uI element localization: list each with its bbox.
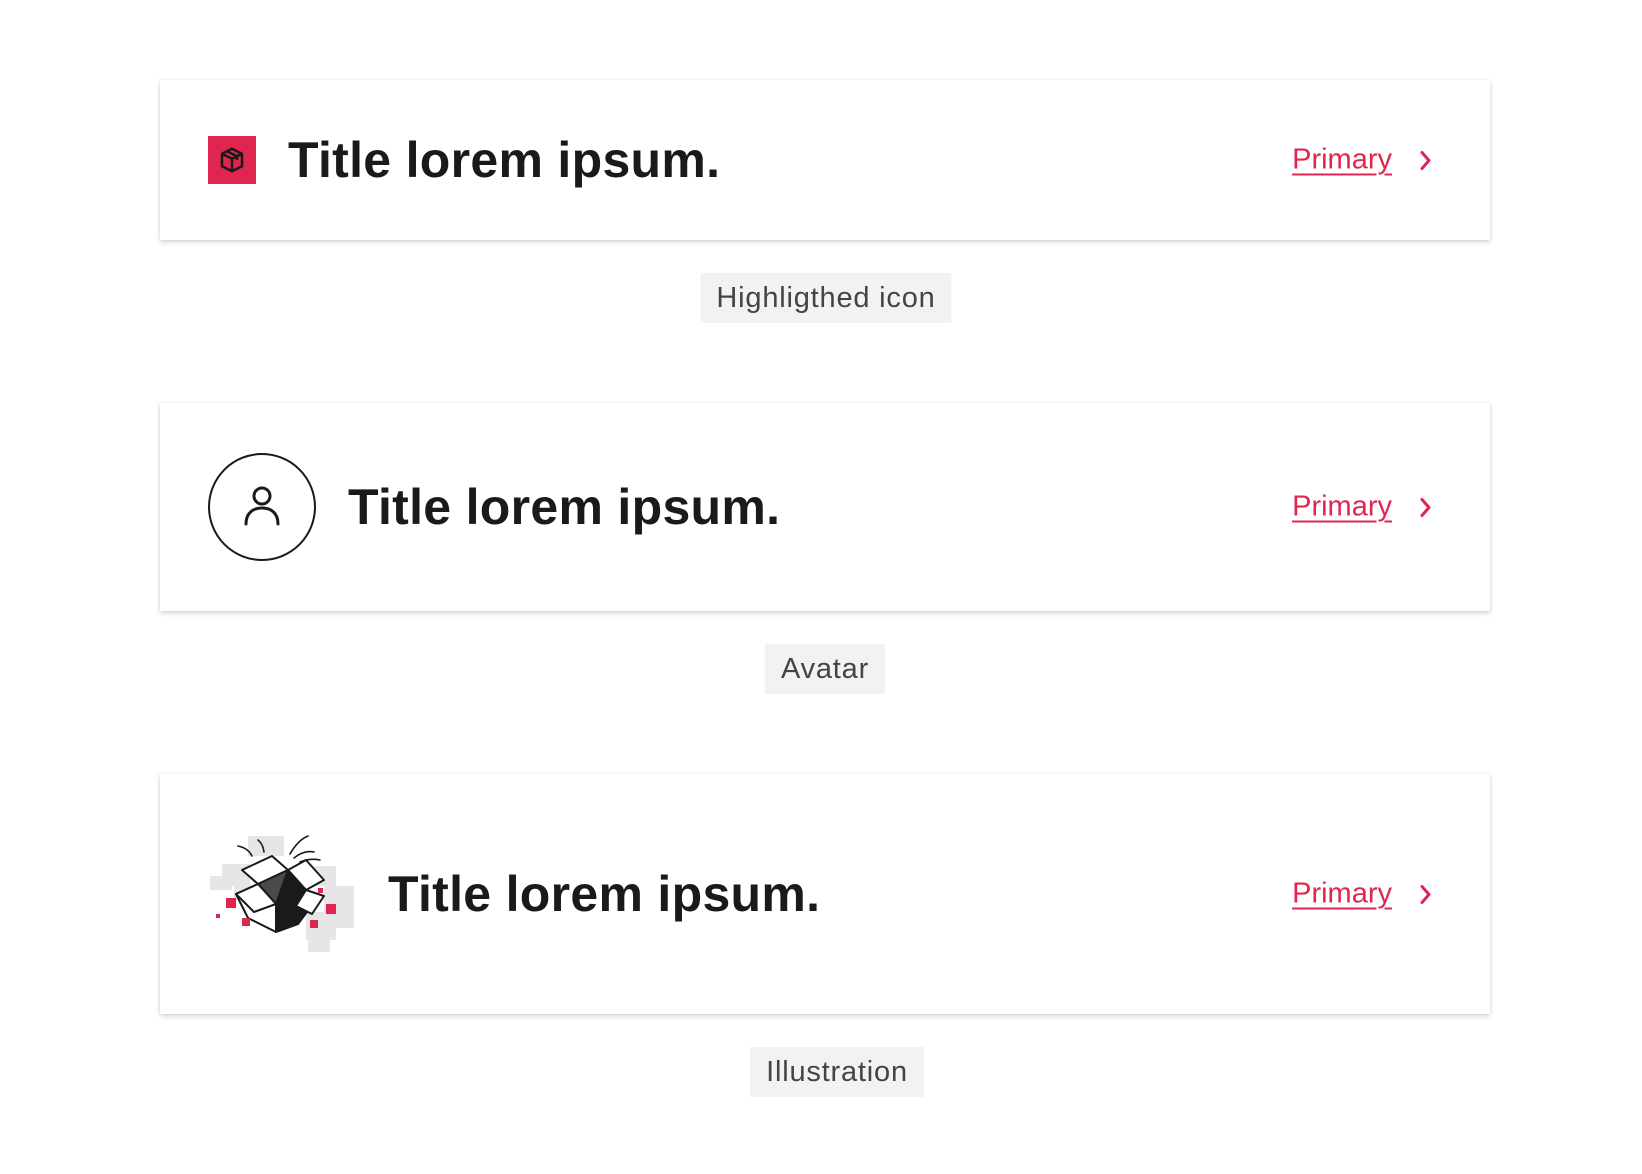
caption-label: Highligthed icon bbox=[700, 273, 952, 323]
chevron-right-icon[interactable] bbox=[1418, 883, 1434, 905]
item-title: Title lorem ipsum. bbox=[348, 479, 781, 535]
box-icon bbox=[208, 136, 256, 184]
chevron-right-icon[interactable] bbox=[1418, 496, 1434, 518]
caption-label: Illustration bbox=[750, 1047, 924, 1097]
caption-label: Avatar bbox=[764, 644, 886, 694]
list-item-avatar: Title lorem ipsum. Primary bbox=[160, 403, 1490, 611]
primary-link[interactable]: Primary bbox=[1292, 491, 1434, 524]
list-item-illustration: Title lorem ipsum. Primary bbox=[160, 774, 1490, 1014]
primary-link-label[interactable]: Primary bbox=[1292, 878, 1392, 911]
primary-link[interactable]: Primary bbox=[1292, 144, 1434, 177]
open-box-illustration bbox=[208, 830, 356, 958]
primary-link-label[interactable]: Primary bbox=[1292, 491, 1392, 524]
primary-link-label[interactable]: Primary bbox=[1292, 144, 1392, 177]
chevron-right-icon[interactable] bbox=[1418, 149, 1434, 171]
item-title: Title lorem ipsum. bbox=[288, 132, 721, 188]
avatar bbox=[208, 453, 316, 561]
list-item-highlighted-icon: Title lorem ipsum. Primary bbox=[160, 80, 1490, 240]
primary-link[interactable]: Primary bbox=[1292, 878, 1434, 911]
user-icon bbox=[240, 483, 284, 532]
item-title: Title lorem ipsum. bbox=[388, 866, 821, 922]
